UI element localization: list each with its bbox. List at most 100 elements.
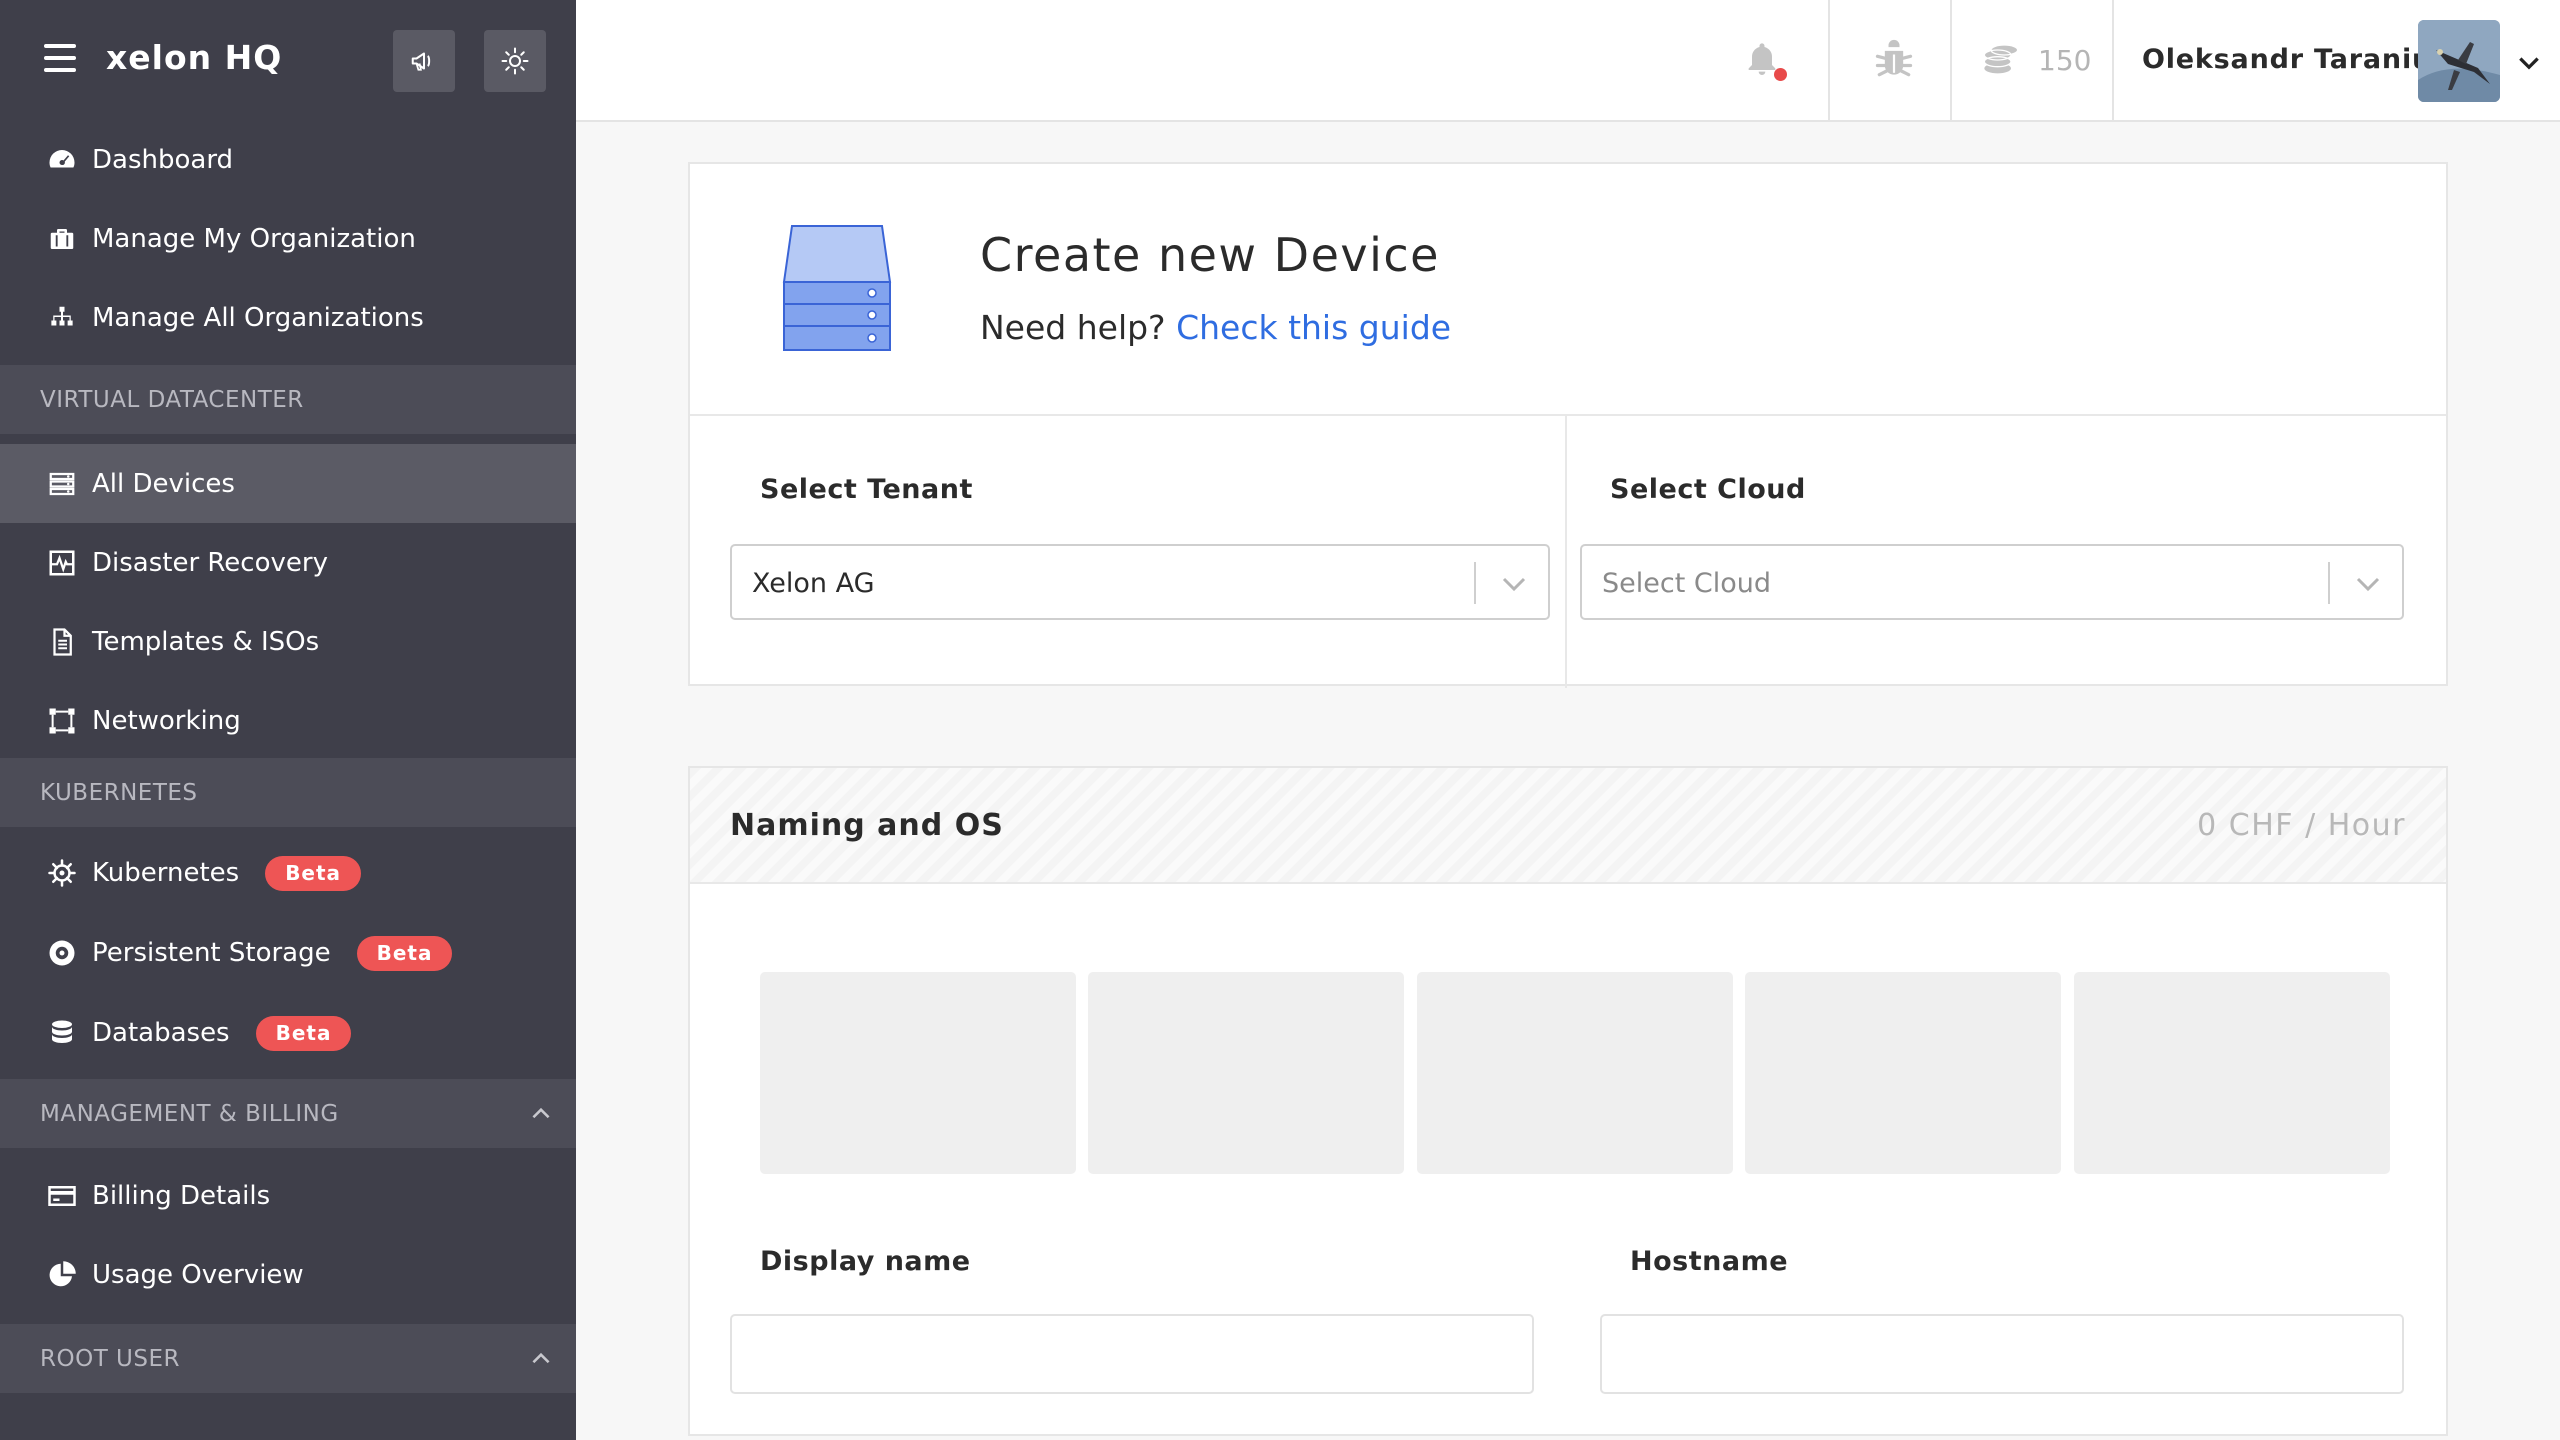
disk-icon: [46, 937, 78, 969]
section-virtual-datacenter: VIRTUAL DATACENTER: [0, 365, 576, 434]
section-kubernetes: KUBERNETES: [0, 758, 576, 827]
sidebar-item-templates-isos[interactable]: Templates & ISOs: [0, 602, 576, 681]
megaphone-icon: [411, 52, 431, 71]
tenant-select-value: Xelon AG: [752, 568, 875, 599]
help-text: Need help? Check this guide: [980, 308, 1451, 347]
tenant-select[interactable]: Xelon AG: [730, 544, 1550, 620]
menu-toggle-icon[interactable]: [44, 44, 76, 72]
sidebar-item-databases[interactable]: Databases Beta: [0, 993, 576, 1073]
brand-name: xelon HQ: [106, 38, 283, 77]
display-name-label: Display name: [760, 1246, 971, 1277]
cloud-label: Select Cloud: [1610, 474, 1806, 505]
os-option-tile[interactable]: [760, 972, 1076, 1174]
topbar: 150 Oleksandr Taraniuk: [576, 0, 2560, 122]
naming-os-header: Naming and OS 0 CHF / Hour: [690, 768, 2446, 884]
sidebar-item-label: Kubernetes: [92, 858, 240, 888]
notification-dot: [1774, 68, 1787, 81]
sidebar-item-label: Databases: [92, 1018, 230, 1048]
create-device-card: Create new Device Need help? Check this …: [688, 162, 2448, 688]
heartbeat-icon: [46, 547, 78, 579]
os-option-tile[interactable]: [1745, 972, 2061, 1174]
hostname-label: Hostname: [1630, 1246, 1789, 1277]
sidebar-item-manage-my-organization[interactable]: Manage My Organization: [0, 199, 576, 278]
section-label: MANAGEMENT & BILLING: [40, 1100, 339, 1127]
pie-chart-icon: [46, 1259, 78, 1291]
chevron-down-icon[interactable]: [2516, 54, 2542, 74]
sidebar-item-manage-all-organizations[interactable]: Manage All Organizations: [0, 278, 576, 357]
sidebar-item-label: Manage My Organization: [92, 223, 416, 254]
divider: [690, 414, 2446, 416]
sidebar-item-label: Persistent Storage: [92, 938, 331, 968]
beta-badge: Beta: [265, 855, 362, 891]
select-separator: [2328, 562, 2330, 604]
sidebar-header: xelon HQ: [0, 0, 576, 120]
sidebar-item-label: Templates & ISOs: [92, 626, 320, 657]
chevron-down-icon: [1502, 577, 1526, 592]
section-title: Naming and OS: [730, 808, 1004, 843]
sidebar-item-persistent-storage[interactable]: Persistent Storage Beta: [0, 913, 576, 993]
coins-icon[interactable]: [1980, 40, 2022, 80]
helm-icon: [46, 857, 78, 889]
sidebar-item-usage-overview[interactable]: Usage Overview: [0, 1235, 576, 1314]
hostname-input[interactable]: [1600, 1314, 2404, 1394]
announcements-button[interactable]: [393, 30, 455, 92]
sidebar-item-dashboard[interactable]: Dashboard: [0, 120, 576, 199]
topbar-divider: [1950, 0, 1952, 120]
sidebar-item-label: Disaster Recovery: [92, 547, 328, 578]
os-option-tile[interactable]: [1417, 972, 1733, 1174]
help-prefix: Need help?: [980, 308, 1166, 347]
cloud-select[interactable]: Select Cloud: [1580, 544, 2404, 620]
sidebar: xelon HQ Dashboard Manage My Organizatio…: [0, 0, 576, 1440]
sun-icon: [501, 47, 529, 75]
network-icon: [46, 705, 78, 737]
sidebar-item-kubernetes[interactable]: Kubernetes Beta: [0, 833, 576, 913]
sidebar-item-label: All Devices: [92, 468, 235, 499]
page-title: Create new Device: [980, 228, 1440, 282]
section-label: VIRTUAL DATACENTER: [40, 386, 304, 413]
chevron-up-icon: [532, 1107, 550, 1119]
file-icon: [46, 626, 78, 658]
sidebar-item-label: Manage All Organizations: [92, 302, 424, 333]
credit-card-icon: [46, 1180, 78, 1212]
sidebar-item-disaster-recovery[interactable]: Disaster Recovery: [0, 523, 576, 602]
display-name-input[interactable]: [730, 1314, 1534, 1394]
hourly-price: 0 CHF / Hour: [2197, 808, 2406, 843]
user-name[interactable]: Oleksandr Taraniuk: [2142, 44, 2451, 75]
theme-toggle-button[interactable]: [484, 30, 546, 92]
server-icon: [46, 468, 78, 500]
device-server-icon: [782, 225, 892, 351]
sidebar-item-label: Dashboard: [92, 144, 234, 175]
credits-count: 150: [2038, 44, 2092, 77]
section-label: ROOT USER: [40, 1345, 180, 1372]
chevron-down-icon: [2356, 577, 2380, 592]
chevron-up-icon: [532, 1352, 550, 1364]
sidebar-item-label: Billing Details: [92, 1180, 271, 1211]
section-root-user[interactable]: ROOT USER: [0, 1324, 576, 1393]
section-management-billing[interactable]: MANAGEMENT & BILLING: [0, 1079, 576, 1148]
topbar-divider: [2112, 0, 2114, 120]
naming-os-card: Naming and OS 0 CHF / Hour Display name …: [688, 766, 2448, 1436]
section-label: KUBERNETES: [40, 779, 198, 806]
tenant-label: Select Tenant: [760, 474, 973, 505]
select-separator: [1474, 562, 1476, 604]
dashboard-icon: [46, 144, 78, 176]
guide-link[interactable]: Check this guide: [1176, 308, 1451, 347]
sitemap-icon: [46, 302, 78, 334]
briefcase-icon: [46, 223, 78, 255]
column-divider: [1565, 416, 1567, 688]
sidebar-item-billing-details[interactable]: Billing Details: [0, 1156, 576, 1235]
database-icon: [46, 1017, 78, 1049]
avatar[interactable]: [2418, 20, 2500, 102]
beta-badge: Beta: [255, 1015, 352, 1051]
sidebar-item-label: Usage Overview: [92, 1259, 304, 1290]
sidebar-item-label: Networking: [92, 705, 241, 736]
topbar-divider: [1828, 0, 1830, 120]
sidebar-item-all-devices[interactable]: All Devices: [0, 444, 576, 523]
bug-icon[interactable]: [1872, 38, 1916, 82]
sidebar-item-networking[interactable]: Networking: [0, 681, 576, 760]
beta-badge: Beta: [356, 935, 453, 971]
os-option-tile[interactable]: [2074, 972, 2390, 1174]
avatar-image: [2418, 20, 2500, 102]
os-option-tile[interactable]: [1088, 972, 1404, 1174]
cloud-select-placeholder: Select Cloud: [1602, 568, 1772, 599]
